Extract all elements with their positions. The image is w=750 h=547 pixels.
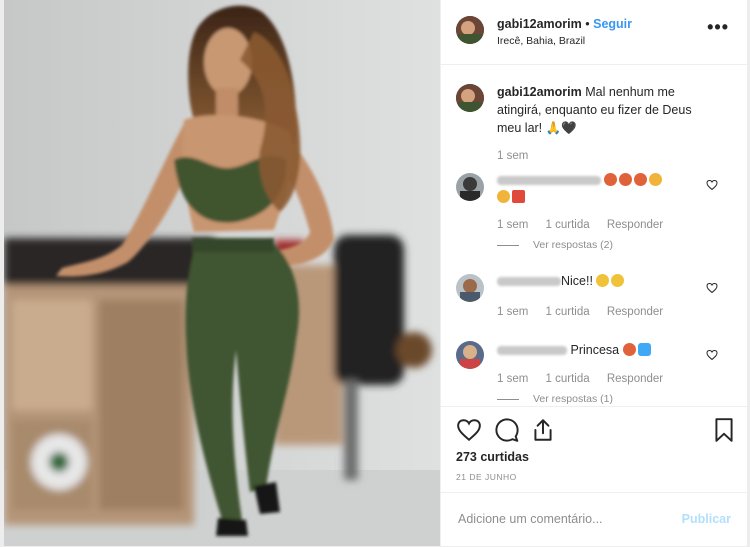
post-photo[interactable] [4,0,440,546]
view-replies-button[interactable]: Ver respostas (1) [497,393,613,405]
emoji-love-face [619,173,633,186]
post-caption: gabi12amorim Mal nenhum me atingirá, enq… [497,83,717,137]
comment-text: Nice!! [561,274,593,288]
like-comment-heart-icon[interactable] [706,282,718,294]
post-location[interactable]: Irecê, Bahia, Brazil [497,35,585,47]
caption-author-avatar-image [456,84,484,112]
replies-divider [497,244,519,246]
more-options-icon[interactable]: ••• [707,18,729,36]
follow-button[interactable]: Seguir [593,17,632,31]
emoji-sunglasses [596,274,610,287]
replies-divider [497,398,519,400]
post-frame: gabi12amorim • Seguir Irecê, Bahia, Braz… [4,0,747,546]
caption-timestamp: 1 sem [497,150,542,162]
comment-time[interactable]: 1 sem [497,306,528,318]
comment-time[interactable]: 1 sem [497,219,528,231]
emoji-clap [497,190,510,203]
comment-body: Nice!! [497,274,626,288]
photo-illustration [4,0,440,546]
like-comment-heart-icon[interactable] [706,179,718,191]
post-action-bar [441,406,747,447]
post-side-panel: gabi12amorim • Seguir Irecê, Bahia, Braz… [440,0,747,546]
post-header: gabi12amorim • Seguir Irecê, Bahia, Braz… [441,0,747,65]
commenter-avatar[interactable] [456,341,484,369]
comment-likes[interactable]: 1 curtida [546,373,590,385]
comment-icon[interactable] [494,417,520,443]
comment-text: Princesa [570,343,620,357]
emoji-love-face [604,173,618,186]
redacted-username [497,176,601,186]
separator-dot: • [585,17,590,31]
comment-input[interactable] [456,511,670,527]
redacted-username [497,346,567,356]
bookmark-icon[interactable] [711,417,737,443]
comment-likes[interactable]: 1 curtida [546,306,590,318]
emoji-clap [649,173,663,186]
like-count[interactable]: 273 curtidas [456,450,529,464]
caption-author-avatar[interactable] [456,84,484,112]
author-avatar-image [456,16,484,44]
emoji-explosion [512,190,525,203]
commenter-avatar[interactable] [456,173,484,201]
publish-button[interactable]: Publicar [682,512,731,526]
commenter-avatar-image [456,173,484,201]
reply-button[interactable]: Responder [607,219,663,231]
view-replies-button[interactable]: Ver respostas (2) [497,239,613,251]
comment-meta: 1 sem 1 curtida Responder [497,306,677,318]
comment-time[interactable]: 1 sem [497,373,528,385]
heart-icon[interactable] [456,417,482,443]
commenter-avatar[interactable] [456,274,484,302]
caption-time[interactable]: 1 sem [497,150,528,162]
commenter-avatar-image [456,341,484,369]
emoji-blue-heart [637,343,651,356]
view-replies-label: Ver respostas (2) [533,239,613,251]
comment-body-line2 [497,190,527,204]
reply-button[interactable]: Responder [607,306,663,318]
comment-body [497,173,664,187]
caption-username[interactable]: gabi12amorim [497,85,582,99]
comment-body: Princesa [497,343,653,357]
reply-button[interactable]: Responder [607,373,663,385]
post-author-line: gabi12amorim • Seguir [497,17,632,31]
comment-meta: 1 sem 1 curtida Responder [497,373,677,385]
commenter-avatar-image [456,274,484,302]
redacted-username [497,277,561,287]
emoji-grin [611,274,625,287]
add-comment-section: Publicar [441,492,747,547]
post-date[interactable]: 21 DE JUNHO [456,472,517,482]
emoji-love-face [634,173,648,186]
author-username[interactable]: gabi12amorim [497,17,582,31]
share-icon[interactable] [530,417,556,443]
emoji-love-face [622,343,636,356]
comment-meta: 1 sem 1 curtida Responder [497,219,677,231]
comment-likes[interactable]: 1 curtida [546,219,590,231]
like-comment-heart-icon[interactable] [706,349,718,361]
author-avatar[interactable] [456,16,484,44]
view-replies-label: Ver respostas (1) [533,393,613,405]
